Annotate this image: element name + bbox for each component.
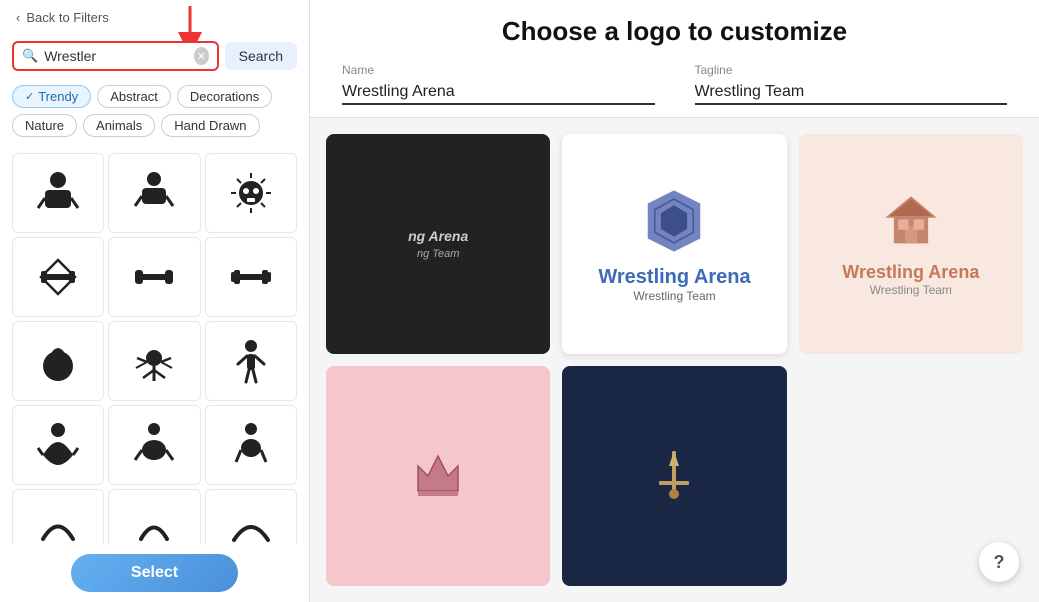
logo-card-pink[interactable] bbox=[326, 366, 550, 586]
search-icon-small: 🔍 bbox=[22, 48, 38, 64]
search-button[interactable]: Search bbox=[225, 42, 297, 70]
logo-peach-name: Wrestling Arena bbox=[842, 262, 979, 283]
back-arrow-icon: ‹ bbox=[16, 10, 20, 25]
tagline-input[interactable] bbox=[695, 81, 1008, 105]
icon-arc-1[interactable] bbox=[12, 489, 104, 544]
logo-card-dark[interactable]: ng Arena ng Team bbox=[326, 134, 550, 354]
icon-sun-skull[interactable] bbox=[205, 153, 297, 233]
tag-abstract[interactable]: Abstract bbox=[97, 85, 171, 108]
tag-nature[interactable]: Nature bbox=[12, 114, 77, 137]
logos-grid: ng Arena ng Team Wrestling Arena Wrestli… bbox=[310, 118, 1039, 602]
house-icon bbox=[881, 192, 941, 252]
fields-row: Name Tagline bbox=[342, 63, 1007, 105]
clear-search-button[interactable]: ✕ bbox=[194, 47, 208, 65]
icon-spider-wrestler[interactable] bbox=[108, 321, 200, 401]
search-row: 🔍 ✕ Search bbox=[0, 35, 309, 77]
logo-card-dark-inner: ng Arena ng Team bbox=[388, 208, 488, 280]
name-input[interactable] bbox=[342, 81, 655, 105]
tag-hand-drawn[interactable]: Hand Drawn bbox=[161, 114, 259, 137]
select-button[interactable]: Select bbox=[71, 554, 238, 592]
logo-white-tagline: Wrestling Team bbox=[633, 289, 715, 303]
icon-diamond-dumbbell[interactable] bbox=[12, 237, 104, 317]
icon-arc-3[interactable] bbox=[205, 489, 297, 544]
icon-kettlebell[interactable] bbox=[12, 321, 104, 401]
name-label: Name bbox=[342, 63, 655, 77]
help-button[interactable]: ? bbox=[979, 542, 1019, 582]
logo-white-name: Wrestling Arena bbox=[598, 266, 750, 289]
logo-card-peach[interactable]: Wrestling Arena Wrestling Team bbox=[799, 134, 1023, 354]
page-title: Choose a logo to customize bbox=[342, 16, 1007, 47]
icon-sumo-2[interactable] bbox=[108, 153, 200, 233]
icon-sumo-squat[interactable] bbox=[12, 405, 104, 485]
crown-icon bbox=[408, 446, 468, 506]
icon-dumbbells[interactable] bbox=[108, 237, 200, 317]
icon-sumo-bow-1[interactable] bbox=[108, 405, 200, 485]
logo-card-peach-inner: Wrestling Arena Wrestling Team bbox=[822, 172, 999, 317]
filter-tags: Trendy Abstract Decorations Nature Anima… bbox=[0, 77, 309, 145]
search-input[interactable] bbox=[44, 48, 194, 64]
tag-trendy[interactable]: Trendy bbox=[12, 85, 91, 108]
sword-icon bbox=[644, 446, 704, 506]
icon-fighter-standing[interactable] bbox=[205, 321, 297, 401]
left-panel: ‹ Back to Filters 🔍 ✕ Search Trendy Abst… bbox=[0, 0, 310, 602]
logo-dark-tagline: ng Team bbox=[417, 248, 459, 260]
tagline-label: Tagline bbox=[695, 63, 1008, 77]
logo-card-pink-inner bbox=[388, 426, 488, 526]
icon-arc-2[interactable] bbox=[108, 489, 200, 544]
select-button-wrap: Select bbox=[0, 544, 309, 602]
logo-card-navy[interactable] bbox=[562, 366, 786, 586]
name-field-group: Name bbox=[342, 63, 655, 105]
back-to-filters[interactable]: ‹ Back to Filters bbox=[0, 0, 309, 35]
tagline-field-group: Tagline bbox=[695, 63, 1008, 105]
icon-weight-bar[interactable] bbox=[205, 237, 297, 317]
hex-icon bbox=[639, 186, 709, 256]
right-header: Choose a logo to customize Name Tagline bbox=[310, 0, 1039, 118]
logo-dark-name: ng Arena bbox=[408, 228, 468, 244]
tag-decorations[interactable]: Decorations bbox=[177, 85, 272, 108]
tag-animals[interactable]: Animals bbox=[83, 114, 155, 137]
icon-sumo-bow-2[interactable] bbox=[205, 405, 297, 485]
icon-sumo-1[interactable] bbox=[12, 153, 104, 233]
right-panel: Choose a logo to customize Name Tagline … bbox=[310, 0, 1039, 602]
logo-card-white[interactable]: Wrestling Arena Wrestling Team bbox=[562, 134, 786, 354]
logo-peach-tagline: Wrestling Team bbox=[870, 283, 952, 297]
icons-grid bbox=[0, 145, 309, 544]
logo-card-navy-inner bbox=[624, 426, 724, 526]
logo-card-white-inner: Wrestling Arena Wrestling Team bbox=[578, 166, 770, 323]
back-label: Back to Filters bbox=[26, 10, 108, 25]
